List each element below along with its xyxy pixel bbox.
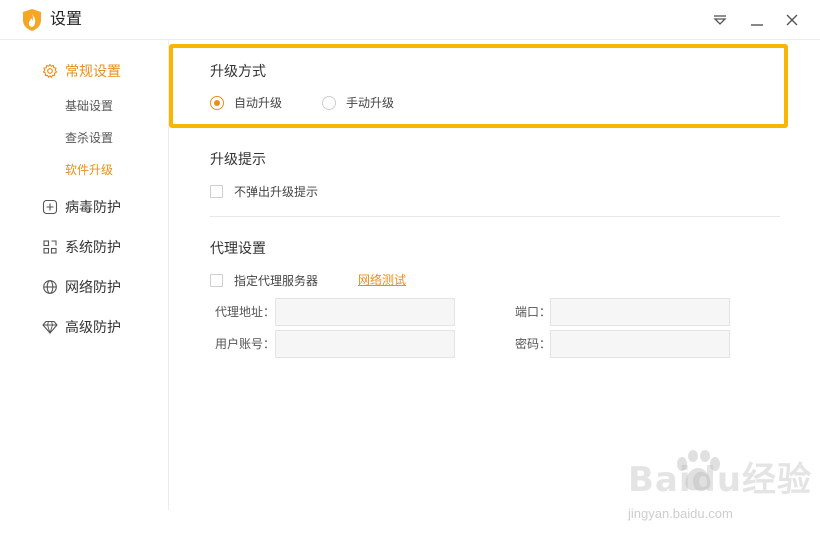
proxy-settings-title: 代理设置 [210,240,266,256]
sidebar-item-system-protection[interactable]: 系统防护 [42,235,121,259]
window-title: 设置 [50,11,83,28]
watermark-url: jingyan.baidu.com [628,506,733,521]
checkbox-label: 指定代理服务器 [234,274,319,288]
checkbox-use-proxy[interactable]: 指定代理服务器 [210,272,318,289]
checkbox[interactable] [210,274,223,287]
proxy-address-label: 代理地址： [215,305,276,319]
gear-icon [42,63,58,79]
radio-auto-upgrade[interactable]: 自动升级 [210,94,282,111]
diamond-icon [42,319,58,335]
radio-label: 手动升级 [346,96,395,110]
checkbox-no-popup[interactable]: 不弹出升级提示 [210,183,318,200]
sidebar-item-label: 常规设置 [65,63,121,79]
title-bar: 设置 [0,0,820,40]
watermark: Baidu经验 [628,452,812,501]
highlight-box [169,44,788,128]
password-input[interactable] [550,330,730,358]
port-label: 端口： [515,305,552,319]
radio-label: 自动升级 [234,96,283,110]
password-label: 密码： [515,337,552,351]
upgrade-prompt-title: 升级提示 [210,151,266,167]
checkbox[interactable] [210,185,223,198]
divider [210,216,780,217]
minimize-icon[interactable] [745,8,769,32]
sidebar-subitem-upgrade[interactable]: 软件升级 [65,162,113,178]
sidebar-subitem-basic[interactable]: 基础设置 [65,98,113,114]
checkbox-label: 不弹出升级提示 [234,185,319,199]
app-logo-icon [22,8,42,32]
proxy-address-input[interactable] [275,298,455,326]
radio-manual-upgrade[interactable]: 手动升级 [322,94,394,111]
radio-button[interactable] [322,95,336,110]
sidebar-item-label: 网络防护 [65,279,121,295]
close-icon[interactable] [780,8,804,32]
port-input[interactable] [550,298,730,326]
globe-icon [42,279,58,295]
upgrade-mode-title: 升级方式 [210,63,266,79]
dropdown-menu-icon[interactable] [708,8,732,32]
username-input[interactable] [275,330,455,358]
network-test-link[interactable]: 网络测试 [358,272,406,288]
sidebar-subitem-scan[interactable]: 查杀设置 [65,130,113,146]
radio-button-checked[interactable] [210,95,224,110]
sidebar-item-general-settings[interactable]: 常规设置 [42,59,121,83]
sidebar-item-network-protection[interactable]: 网络防护 [42,275,121,299]
sidebar-item-label: 病毒防护 [65,199,121,215]
username-label: 用户账号： [215,337,276,351]
grid-icon [42,239,58,255]
sidebar-item-advanced-protection[interactable]: 高级防护 [42,315,121,339]
plus-square-icon [42,199,58,215]
sidebar-item-label: 高级防护 [65,319,121,335]
sidebar-item-virus-protection[interactable]: 病毒防护 [42,195,121,219]
sidebar-item-label: 系统防护 [65,239,121,255]
watermark-brand: Baidu经验 [628,460,813,500]
